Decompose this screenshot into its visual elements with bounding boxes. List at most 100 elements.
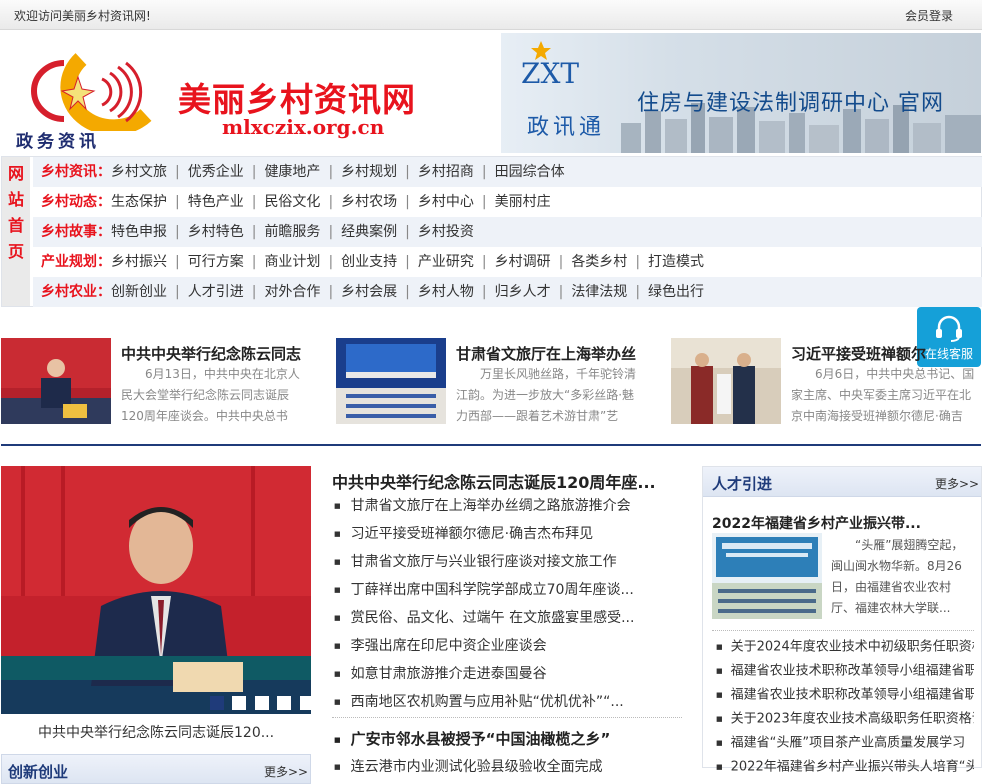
slider-dot[interactable] xyxy=(277,696,292,710)
nav-link[interactable]: 创新创业 xyxy=(111,284,167,300)
home-link[interactable]: 网 站 首 页 xyxy=(2,157,32,306)
nav-category[interactable]: 乡村故事： xyxy=(41,224,111,240)
feature-title[interactable]: 2022年福建省乡村产业振兴带... xyxy=(712,513,921,533)
news-thumbnail-image xyxy=(1,338,111,424)
nav-category[interactable]: 乡村农业： xyxy=(41,284,111,300)
list-item[interactable]: 关于2023年度农业技术高级职务任职资格评 xyxy=(712,707,974,731)
nav-link[interactable]: 乡村文旅 xyxy=(111,164,167,180)
nav-separator: | xyxy=(405,254,410,270)
nav-separator: | xyxy=(405,284,410,300)
list-item[interactable]: 福建省农业技术职称改革领导小组福建省职 xyxy=(712,683,974,707)
member-login-link[interactable]: 会员登录 xyxy=(905,7,953,24)
main-navigation: 网 站 首 页 乡村资讯：乡村文旅 | 优秀企业 | 健康地产 | 乡村规划 | 乡村招商 | 田园… xyxy=(1,156,982,307)
partner-logo: ZXT xyxy=(521,57,580,90)
nav-category[interactable]: 产业规划： xyxy=(41,254,111,270)
list-item[interactable]: 甘肃省文旅厅在上海举办丝绸之路旅游推介会 xyxy=(332,492,682,520)
nav-link[interactable]: 归乡人才 xyxy=(495,284,551,300)
center-headline[interactable]: 中共中央举行纪念陈云同志诞辰120周年座... xyxy=(332,469,656,493)
nav-separator: | xyxy=(251,284,257,300)
nav-row: 乡村农业：创新创业 | 人才引进 | 对外合作 | 乡村会展 | 乡村人物 | 归乡人才 | 法律法规 |… xyxy=(33,277,982,307)
nav-link[interactable]: 法律法规 xyxy=(571,284,627,300)
news-title[interactable]: 甘肃省文旅厅在上海举办丝 xyxy=(456,343,636,364)
nav-link[interactable]: 乡村投资 xyxy=(418,224,474,240)
top-bar: 欢迎访问美丽乡村资讯网! 会员登录 xyxy=(0,0,982,30)
nav-link[interactable]: 乡村振兴 xyxy=(111,254,167,270)
headline-image[interactable] xyxy=(1,466,311,714)
list-item[interactable]: 习近平接受班禅额尔德尼·确吉杰布拜见 xyxy=(332,520,682,548)
nav-link[interactable]: 优秀企业 xyxy=(188,164,244,180)
innovation-section-header: 创新创业 更多>> xyxy=(1,754,311,784)
list-item[interactable]: 福建省“头雁”项目茶产业高质量发展学习 xyxy=(712,731,974,755)
nav-link[interactable]: 前瞻服务 xyxy=(264,224,320,240)
list-item[interactable]: 西南地区农机购置与应用补贴“优机优补”“... xyxy=(332,688,682,716)
nav-separator: | xyxy=(175,194,180,210)
list-item[interactable]: 丁薛祥出席中国科学院学部成立70周年座谈... xyxy=(332,576,682,604)
nav-link[interactable]: 特色产业 xyxy=(188,194,244,210)
nav-separator: | xyxy=(635,254,641,270)
site-subtitle: 政务资讯 xyxy=(16,132,100,152)
list-item[interactable]: 赏民俗、品文化、过端午 在文旅盛宴里感受... xyxy=(332,604,682,632)
nav-link[interactable]: 打造模式 xyxy=(648,254,704,270)
more-link[interactable]: 更多>> xyxy=(935,475,979,492)
list-item[interactable]: 连云港市内业测试化验县级验收全面完成 xyxy=(332,756,603,776)
nav-link[interactable]: 特色申报 xyxy=(111,224,167,240)
logo-emblem-icon xyxy=(31,53,152,131)
center-second-headline[interactable]: 广安市邻水县被授予“中国油橄榄之乡” xyxy=(332,728,611,749)
nav-link[interactable]: 可行方案 xyxy=(188,254,244,270)
nav-link[interactable]: 田园综合体 xyxy=(495,164,565,180)
nav-link[interactable]: 绿色出行 xyxy=(648,284,704,300)
nav-row: 乡村动态：生态保护 | 特色产业 | 民俗文化 | 乡村农场 | 乡村中心 | 美丽村庄 xyxy=(33,187,982,217)
nav-separator: | xyxy=(175,164,180,180)
nav-link[interactable]: 生态保护 xyxy=(111,194,167,210)
list-item[interactable]: 福建省农业技术职称改革领导小组福建省职 xyxy=(712,659,974,683)
list-item[interactable]: 李强出席在印尼中资企业座谈会 xyxy=(332,632,682,660)
home-char: 页 xyxy=(7,242,24,261)
headline-caption[interactable]: 中共中央举行纪念陈云同志诞辰120... xyxy=(38,722,274,742)
home-char: 首 xyxy=(7,216,24,235)
news-title[interactable]: 中共中央举行纪念陈云同志 xyxy=(121,343,301,364)
talent-news-list: 关于2024年度农业技术中初级职务任职资格 福建省农业技术职称改革领导小组福建省… xyxy=(712,635,974,779)
nav-link[interactable]: 乡村中心 xyxy=(418,194,474,210)
nav-link[interactable]: 乡村规划 xyxy=(341,164,397,180)
slider-dot[interactable] xyxy=(232,696,247,710)
nav-link[interactable]: 健康地产 xyxy=(264,164,320,180)
partner-banner[interactable]: ZXT 政讯通 住房与建设法制调研中心 官网 xyxy=(501,33,981,153)
list-item[interactable]: 关于2024年度农业技术中初级职务任职资格 xyxy=(712,635,974,659)
nav-link[interactable]: 乡村会展 xyxy=(341,284,397,300)
nav-link[interactable]: 民俗文化 xyxy=(264,194,320,210)
nav-link[interactable]: 乡村人物 xyxy=(418,284,474,300)
slider-dot[interactable] xyxy=(299,696,314,710)
nav-link[interactable]: 美丽村庄 xyxy=(495,194,551,210)
slider-dot-active[interactable] xyxy=(210,696,224,710)
top-news-item[interactable]: 中共中央举行纪念陈云同志 6月13日，中共中央在北京人民大会堂举行纪念陈云同志诞… xyxy=(1,338,316,424)
slider-dot[interactable] xyxy=(254,696,269,710)
nav-category[interactable]: 乡村资讯： xyxy=(41,164,111,180)
nav-link[interactable]: 各类乡村 xyxy=(571,254,627,270)
nav-link[interactable]: 人才引进 xyxy=(188,284,244,300)
more-link[interactable]: 更多>> xyxy=(264,763,308,780)
nav-link[interactable]: 乡村特色 xyxy=(188,224,244,240)
nav-link[interactable]: 乡村招商 xyxy=(418,164,474,180)
feature-image[interactable] xyxy=(712,533,822,619)
nav-category[interactable]: 乡村动态： xyxy=(41,194,111,210)
list-divider xyxy=(332,717,682,718)
nav-link[interactable]: 创业支持 xyxy=(341,254,397,270)
top-news-item[interactable]: 习近平接受班禅额尔 6月6日，中共中央总书记、国家主席、中央军委主席习近平在北京… xyxy=(671,338,974,424)
nav-separator: | xyxy=(558,284,564,300)
list-item[interactable]: 如意甘肃旅游推介走进泰国曼谷 xyxy=(332,660,682,688)
nav-link[interactable]: 对外合作 xyxy=(264,284,320,300)
nav-link[interactable]: 乡村调研 xyxy=(495,254,551,270)
nav-link[interactable]: 经典案例 xyxy=(341,224,397,240)
list-divider xyxy=(712,630,974,631)
news-title[interactable]: 习近平接受班禅额尔 xyxy=(791,343,926,364)
nav-separator: | xyxy=(251,254,257,270)
nav-link[interactable]: 产业研究 xyxy=(418,254,474,270)
list-item[interactable]: 2022年福建省乡村产业振兴带头人培育“头 xyxy=(712,755,974,779)
site-logo-banner[interactable]: 美丽乡村资讯网 mlxczix.org.cn 政务资讯 xyxy=(0,33,498,153)
top-news-item[interactable]: 甘肃省文旅厅在上海举办丝 万里长风驰丝路，千年驼铃清江韵。为进一步放大“多彩丝路… xyxy=(336,338,656,424)
nav-link[interactable]: 商业计划 xyxy=(264,254,320,270)
list-item[interactable]: 甘肃省文旅厅与兴业银行座谈对接文旅工作 xyxy=(332,548,682,576)
nav-link[interactable]: 乡村农场 xyxy=(341,194,397,210)
nav-separator: | xyxy=(175,254,180,270)
nav-row: 乡村资讯：乡村文旅 | 优秀企业 | 健康地产 | 乡村规划 | 乡村招商 | 田园综合体 xyxy=(33,157,982,187)
